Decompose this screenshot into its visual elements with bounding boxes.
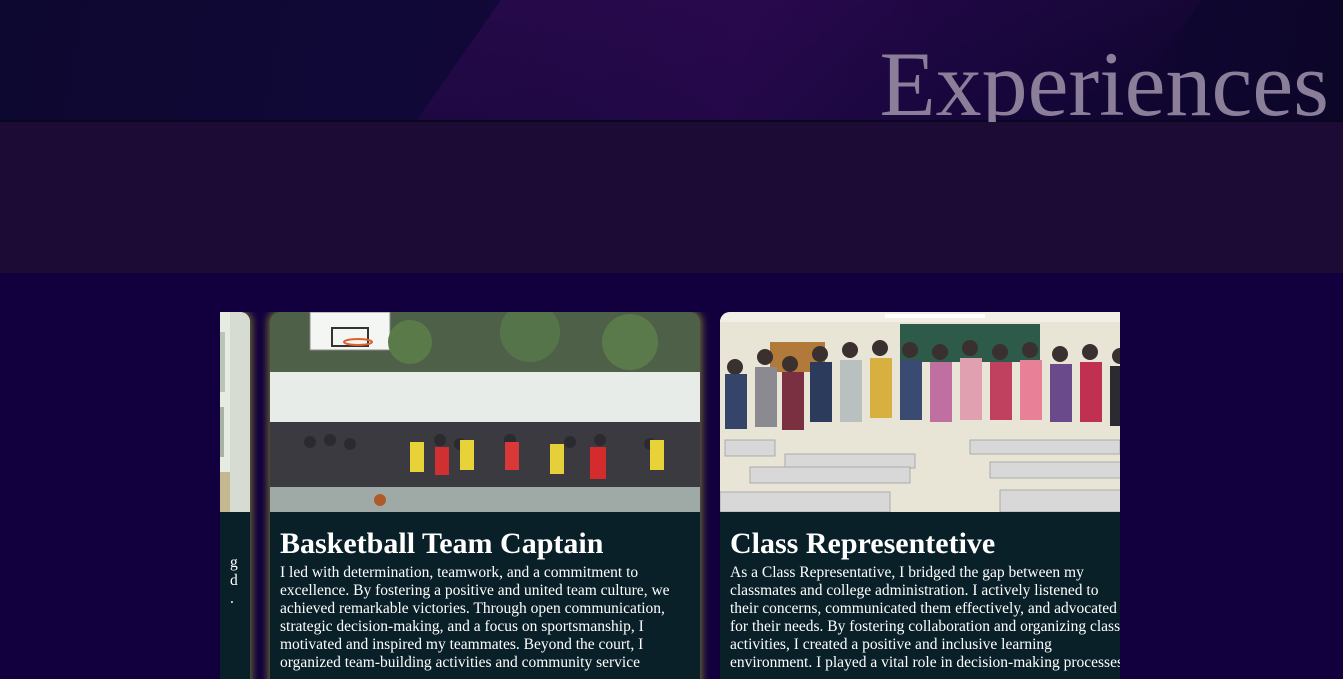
card-text-line: their concerns, communicated them effect… [730,600,1117,617]
card-text-line: activities, I created a positive and inc… [730,636,1052,653]
card-text-line: . [230,590,234,607]
card-text-line: strategic decision-making, and a focus o… [280,618,644,635]
card-title: Basketball Team Captain [280,527,604,560]
experience-carousel[interactable]: g d . Basketball Team Captain I led with… [220,312,1120,679]
store-photo [220,312,250,512]
card-text-line: environment. I played a vital role in de… [730,654,1120,671]
store-photo-image [220,312,250,512]
card-title: Class Representetive [730,527,996,560]
experience-card-previous[interactable]: g d . [220,312,250,679]
card-text-line: excellence. By fostering a positive and … [280,582,670,599]
card-text-line: achieved remarkable victories. Through o… [280,600,665,617]
experience-card-class-representative[interactable]: Class Representetive As a Class Represen… [720,312,1120,679]
card-body: Class Representetive As a Class Represen… [720,512,1120,672]
experience-card-basketball[interactable]: Basketball Team Captain I led with deter… [270,312,700,679]
card-text-line: classmates and college administration. I… [730,582,1099,599]
basketball-game-photo [270,312,700,512]
card-description: I led with determination, teamwork, and … [280,564,700,672]
card-text-line: motivated and inspired my teammates. Bey… [280,636,644,653]
card-text-line: d [230,572,238,589]
card-description: As a Class Representative, I bridged the… [730,564,1120,672]
card-text-line: g [230,554,238,571]
card-text-line: for their needs. By fostering collaborat… [730,618,1120,635]
card-text-line: As a Class Representative, I bridged the… [730,564,1084,581]
card-body: Basketball Team Captain I led with deter… [270,512,700,672]
card-description: g d . [220,554,250,608]
section-title: Experiences [879,33,1329,135]
card-text-line: organized team-building activities and c… [280,654,640,671]
card-body: g d . [220,512,250,608]
header-lower-band [0,122,1343,273]
class-group-image [720,312,1120,512]
class-group-photo [720,312,1120,512]
basketball-game-image [270,312,700,512]
card-text-line: I led with determination, teamwork, and … [280,564,639,581]
